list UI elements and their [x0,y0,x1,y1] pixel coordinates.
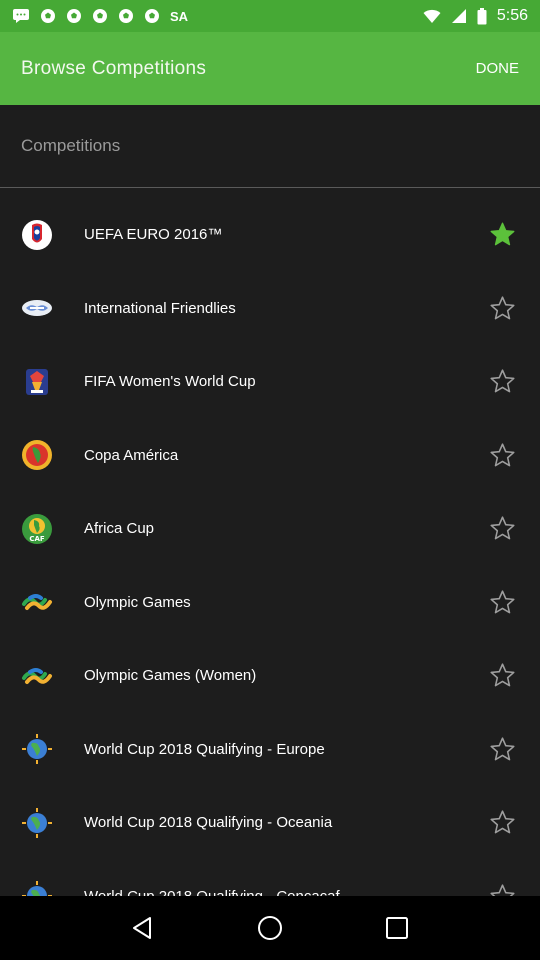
competition-name: UEFA EURO 2016™ [84,226,223,244]
soccer-ball-icon [144,8,160,24]
competition-row[interactable]: World Cup 2018 Qualifying - Concacaf [0,860,540,896]
battery-icon [477,7,487,25]
soccer-ball-icon [118,8,134,24]
favorite-star-icon[interactable] [489,589,516,616]
wifi-icon [423,8,441,24]
notification-icons: SA [12,8,423,24]
favorite-star-icon[interactable] [489,295,516,322]
caf-logo-icon: CAF [21,513,53,545]
navigation-bar [0,896,540,960]
page-title: Browse Competitions [21,57,207,79]
section-header: Competitions [0,105,540,188]
app-bar: Browse Competitions DONE [0,32,540,105]
soccer-ball-icon [92,8,108,24]
carrier-label: SA [170,8,189,24]
favorite-star-icon[interactable] [489,809,516,836]
favorite-star-icon[interactable] [489,883,516,896]
favorite-star-icon[interactable] [489,221,516,248]
globe-icon [21,880,53,896]
competition-name: World Cup 2018 Qualifying - Oceania [84,814,333,832]
recents-icon[interactable] [377,908,417,948]
competition-row[interactable]: Copa América [0,419,540,493]
globe-icon [21,807,53,839]
favorite-star-icon[interactable] [489,442,516,469]
favorite-star-icon[interactable] [489,368,516,395]
competition-row[interactable]: FIFA Women's World Cup [0,345,540,419]
status-bar: SA 5:56 [0,0,540,32]
soccer-ball-icon [66,8,82,24]
competition-row[interactable]: CAF Africa Cup [0,492,540,566]
favorite-star-icon[interactable] [489,662,516,689]
euro-logo-icon [21,219,53,251]
competition-row[interactable]: International Friendlies [0,272,540,346]
womens-world-cup-logo-icon [21,366,53,398]
favorite-star-icon[interactable] [489,736,516,763]
done-button[interactable]: DONE [476,60,519,77]
system-icons: 5:56 [423,7,528,25]
competition-name: World Cup 2018 Qualifying - Europe [84,740,325,758]
competition-name: FIFA Women's World Cup [84,373,256,391]
signal-icon [451,8,467,24]
sms-icon [12,8,30,24]
competition-name: Africa Cup [84,520,155,538]
svg-text:CAF: CAF [29,535,45,543]
competition-row[interactable]: World Cup 2018 Qualifying - Europe [0,713,540,787]
favorite-star-icon[interactable] [489,515,516,542]
friendlies-logo-icon [21,292,53,324]
competition-name: Olympic Games (Women) [84,667,257,685]
olympic-logo-icon [21,586,53,618]
competition-name: World Cup 2018 Qualifying - Concacaf [84,888,340,896]
competitions-list[interactable]: Competitions UEFA EURO 2016™ Internation… [0,105,540,896]
clock: 5:56 [496,7,528,24]
back-icon[interactable] [123,908,163,948]
competition-name: Copa América [84,446,179,464]
home-icon[interactable] [250,908,290,948]
globe-icon [21,733,53,765]
competition-row[interactable]: World Cup 2018 Qualifying - Oceania [0,786,540,860]
copa-america-logo-icon [21,439,53,471]
competition-row[interactable]: UEFA EURO 2016™ [0,198,540,272]
competition-row[interactable]: Olympic Games [0,566,540,640]
competition-row[interactable]: Olympic Games (Women) [0,639,540,713]
competition-name: International Friendlies [84,299,236,317]
olympic-logo-icon [21,660,53,692]
competition-name: Olympic Games [84,593,191,611]
soccer-ball-icon [40,8,56,24]
